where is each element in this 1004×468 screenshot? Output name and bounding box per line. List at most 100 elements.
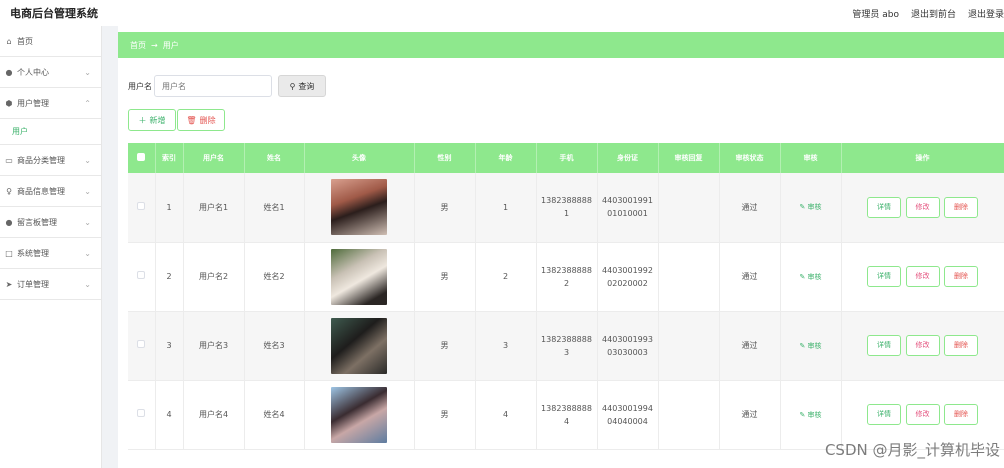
avatar bbox=[331, 179, 387, 236]
cell-phone: 13823888883 bbox=[536, 311, 598, 381]
cell-audit: ✎ 审核 bbox=[780, 311, 842, 381]
sidebar-item-message-board[interactable]: ● 留言板管理 ⌄ bbox=[0, 207, 101, 238]
top-bar: 电商后台管理系统 管理员 abo 退出到前台 退出登录 bbox=[0, 0, 1004, 26]
sidebar-item-system-management[interactable]: □ 系统管理 ⌄ bbox=[0, 238, 101, 269]
sidebar-item-label: 商品信息管理 bbox=[17, 186, 65, 196]
chevron-down-icon: ⌄ bbox=[84, 279, 91, 289]
breadcrumb-home[interactable]: 首页 bbox=[130, 40, 146, 51]
username-search-input[interactable] bbox=[154, 75, 272, 97]
sidebar-item-label: 个人中心 bbox=[17, 67, 49, 77]
sidebar-item-label: 系统管理 bbox=[17, 248, 49, 258]
edit-button[interactable]: 修改 bbox=[905, 196, 940, 218]
search-button[interactable]: ⚲ 查询 bbox=[278, 75, 326, 97]
cell-audit: ✎ 审核 bbox=[780, 173, 842, 243]
cell-username: 用户名4 bbox=[183, 380, 245, 450]
cell-audit-status: 通过 bbox=[719, 173, 781, 243]
cell-audit-reply bbox=[658, 380, 720, 450]
detail-button[interactable]: 详情 bbox=[866, 335, 901, 356]
header-index: 索引 bbox=[155, 143, 184, 173]
cell-gender: 男 bbox=[414, 380, 476, 450]
edit-button[interactable]: 修改 bbox=[905, 266, 940, 287]
sidebar-item-category-management[interactable]: ▭ 商品分类管理 ⌄ bbox=[0, 145, 101, 176]
batch-delete-button[interactable]: 🗑 删除 bbox=[177, 109, 225, 131]
delete-button[interactable]: 删除 bbox=[944, 335, 979, 356]
delete-button[interactable]: 删除 bbox=[944, 196, 979, 218]
edit-pen-icon: ✎ bbox=[799, 203, 806, 212]
sidebar-item-home[interactable]: ⌂ 首页 bbox=[0, 26, 101, 57]
cell-idcard: 440300199101010001 bbox=[597, 173, 659, 243]
trash-icon: 🗑 bbox=[186, 115, 197, 125]
edit-pen-icon: ✎ bbox=[799, 341, 806, 350]
header-username[interactable]: 用户名 bbox=[183, 143, 245, 173]
add-button[interactable]: ＋ 新增 bbox=[128, 109, 176, 131]
sidebar-item-personal-center[interactable]: ● 个人中心 ⌄ bbox=[0, 57, 101, 88]
logout-link[interactable]: 退出登录 bbox=[968, 7, 1004, 20]
header-operation: 操作 bbox=[841, 143, 1004, 173]
row-checkbox[interactable] bbox=[128, 242, 156, 312]
chevron-up-icon: ⌃ bbox=[84, 98, 91, 108]
sidebar-item-product-management[interactable]: ♀ 商品信息管理 ⌄ bbox=[0, 176, 101, 207]
edit-pen-icon: ✎ bbox=[799, 272, 806, 281]
cell-audit-reply bbox=[658, 173, 720, 243]
exit-to-front-link[interactable]: 退出到前台 bbox=[911, 7, 956, 20]
cell-avatar bbox=[304, 242, 415, 312]
table-row: 2 用户名2 姓名2 男 2 13823888882 4403001992020… bbox=[128, 242, 1004, 312]
cell-avatar bbox=[304, 311, 415, 381]
audit-link[interactable]: ✎ 审核 bbox=[799, 342, 821, 350]
person-icon: ● bbox=[5, 67, 13, 77]
cell-name: 姓名2 bbox=[244, 242, 305, 312]
header-audit[interactable]: 审核 bbox=[780, 143, 842, 173]
header-name[interactable]: 姓名 bbox=[244, 143, 305, 173]
edit-button[interactable]: 修改 bbox=[905, 404, 940, 425]
chevron-down-icon: ⌄ bbox=[84, 67, 91, 77]
detail-button[interactable]: 详情 bbox=[866, 266, 901, 287]
audit-link[interactable]: ✎ 审核 bbox=[799, 203, 821, 211]
row-checkbox[interactable] bbox=[128, 173, 156, 243]
detail-button[interactable]: 详情 bbox=[866, 404, 901, 425]
table-row: 1 用户名1 姓名1 男 1 13823888881 4403001991010… bbox=[128, 173, 1004, 243]
cell-operation: 详情 修改 删除 bbox=[841, 173, 1004, 243]
header-idcard[interactable]: 身份证 bbox=[597, 143, 659, 173]
search-label: 用户名 bbox=[128, 81, 152, 91]
cell-age: 2 bbox=[475, 242, 537, 312]
cell-index: 2 bbox=[155, 242, 184, 312]
sidebar-item-label: 商品分类管理 bbox=[17, 155, 65, 165]
product-icon: ♀ bbox=[6, 186, 12, 196]
header-phone[interactable]: 手机 bbox=[536, 143, 598, 173]
detail-button[interactable]: 详情 bbox=[866, 196, 901, 218]
header-audit-status[interactable]: 审核状态 bbox=[719, 143, 781, 173]
header-gender[interactable]: 性别 bbox=[414, 143, 476, 173]
header-audit-reply[interactable]: 审核回复 bbox=[658, 143, 720, 173]
select-all-checkbox[interactable] bbox=[128, 143, 156, 173]
row-checkbox[interactable] bbox=[128, 311, 156, 381]
cell-avatar bbox=[304, 380, 415, 450]
cell-idcard: 440300199202020002 bbox=[597, 242, 659, 312]
delete-button[interactable]: 删除 bbox=[944, 266, 979, 287]
delete-button[interactable]: 删除 bbox=[944, 404, 979, 425]
header-age[interactable]: 年龄 bbox=[475, 143, 537, 173]
cell-gender: 男 bbox=[414, 311, 476, 381]
cell-username: 用户名3 bbox=[183, 311, 245, 381]
sidebar-item-user-management[interactable]: ⬢ 用户管理 ⌃ bbox=[0, 88, 101, 119]
audit-link[interactable]: ✎ 审核 bbox=[799, 411, 821, 419]
table-row: 3 用户名3 姓名3 男 3 13823888883 4403001993030… bbox=[128, 311, 1004, 381]
watermark: CSDN @月影_计算机毕设 bbox=[824, 441, 1000, 459]
plus-icon: ＋ bbox=[138, 115, 147, 125]
cell-audit-status: 通过 bbox=[719, 380, 781, 450]
table-header-row: 索引 用户名 姓名 头像 性别 年龄 手机 身份证 审核回复 审核状态 审核 操… bbox=[128, 143, 1004, 173]
cell-name: 姓名1 bbox=[244, 173, 305, 243]
chevron-down-icon: ⌄ bbox=[84, 217, 91, 227]
category-icon: ▭ bbox=[5, 155, 13, 165]
home-icon: ⌂ bbox=[6, 36, 12, 46]
sidebar-subitem-user[interactable]: 用户 bbox=[0, 119, 101, 145]
avatar bbox=[331, 248, 387, 305]
row-checkbox[interactable] bbox=[128, 380, 156, 450]
sidebar-item-order-management[interactable]: ➤ 订单管理 ⌄ bbox=[0, 269, 101, 300]
cell-username: 用户名2 bbox=[183, 242, 245, 312]
audit-link[interactable]: ✎ 审核 bbox=[799, 273, 821, 281]
header-avatar[interactable]: 头像 bbox=[304, 143, 415, 173]
breadcrumb: 首页 → 用户 bbox=[118, 32, 1004, 58]
cell-index: 4 bbox=[155, 380, 184, 450]
edit-pen-icon: ✎ bbox=[799, 410, 806, 419]
edit-button[interactable]: 修改 bbox=[905, 335, 940, 356]
